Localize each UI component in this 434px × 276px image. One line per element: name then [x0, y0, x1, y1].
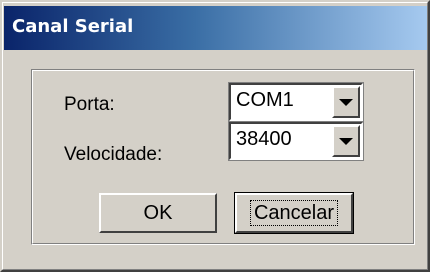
title-bar[interactable]: Canal Serial [4, 6, 428, 50]
port-value: COM1 [236, 89, 294, 111]
speed-dropdown-button[interactable] [332, 125, 360, 157]
speed-value: 38400 [236, 128, 292, 150]
ok-button-label: OK [143, 201, 173, 224]
chevron-down-icon [339, 98, 353, 106]
cancel-button[interactable]: Cancelar [234, 192, 354, 234]
chevron-down-icon [339, 137, 353, 145]
port-label: Porta: [64, 94, 115, 115]
cancel-button-label: Cancelar [249, 200, 339, 226]
port-select[interactable]: COM1 [228, 82, 364, 122]
serial-channel-dialog: Canal Serial Porta: COM1 Velocidade: 384… [0, 0, 430, 272]
speed-label: Velocidade: [64, 144, 163, 165]
port-dropdown-button[interactable] [332, 86, 360, 118]
ok-button[interactable]: OK [99, 193, 217, 233]
speed-select[interactable]: 38400 [228, 121, 364, 161]
window-title: Canal Serial [12, 16, 134, 37]
